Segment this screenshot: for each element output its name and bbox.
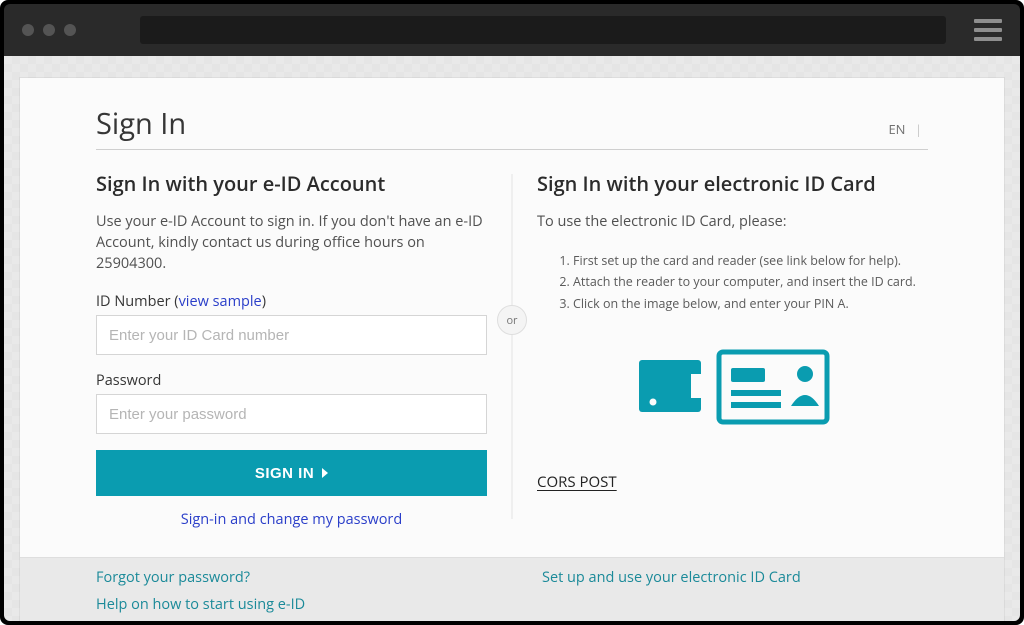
window-minimize-icon[interactable] xyxy=(43,24,55,36)
eid-card-steps: First set up the card and reader (see li… xyxy=(537,250,928,314)
language-current: EN xyxy=(888,120,905,138)
eid-account-heading: Sign In with your e-ID Account xyxy=(96,170,487,197)
or-badge: or xyxy=(497,305,527,335)
view-sample-link[interactable]: view sample xyxy=(179,292,262,311)
window-maximize-icon[interactable] xyxy=(64,24,76,36)
id-label-prefix: ID Number ( xyxy=(96,292,179,311)
eid-account-panel: Sign In with your e-ID Account Use your … xyxy=(96,170,487,529)
window-controls xyxy=(22,24,76,36)
eid-card-heading: Sign In with your electronic ID Card xyxy=(537,170,928,197)
address-bar[interactable] xyxy=(140,16,946,44)
eid-account-lead: Use your e-ID Account to sign in. If you… xyxy=(96,211,487,274)
footer-right: Set up and use your electronic ID Card xyxy=(542,568,928,621)
language-separator: | xyxy=(915,120,922,138)
signin-button-label: SIGN IN xyxy=(255,465,314,482)
id-number-input[interactable] xyxy=(96,315,487,355)
card-reader-icon xyxy=(633,344,833,436)
signin-button[interactable]: SIGN IN xyxy=(96,450,487,496)
hamburger-menu-icon[interactable] xyxy=(974,19,1002,41)
page-viewport: Sign In EN | or Sign In with your e-ID A… xyxy=(4,56,1020,621)
cors-post-link[interactable]: CORS POST xyxy=(537,472,617,492)
eid-card-panel: Sign In with your electronic ID Card To … xyxy=(537,170,928,529)
help-start-eid-link[interactable]: Help on how to start using e-ID xyxy=(96,595,482,614)
browser-frame: Sign In EN | or Sign In with your e-ID A… xyxy=(0,0,1024,625)
password-input[interactable] xyxy=(96,394,487,434)
signin-columns: or Sign In with your e-ID Account Use yo… xyxy=(96,170,928,529)
forgot-password-link[interactable]: Forgot your password? xyxy=(96,568,482,587)
card-footer: Forgot your password? Help on how to sta… xyxy=(20,557,1004,621)
eid-step: Click on the image below, and enter your… xyxy=(573,293,928,314)
eid-step: First set up the card and reader (see li… xyxy=(573,250,928,271)
change-password-link[interactable]: Sign-in and change my password xyxy=(96,510,487,529)
eid-card-lead: To use the electronic ID Card, please: xyxy=(537,211,928,232)
page-title: Sign In xyxy=(96,104,186,143)
browser-chrome xyxy=(4,4,1020,56)
footer-left: Forgot your password? Help on how to sta… xyxy=(96,568,482,621)
card-reader-image[interactable] xyxy=(623,340,843,440)
language-switcher[interactable]: EN | xyxy=(888,120,928,138)
password-label: Password xyxy=(96,371,487,390)
play-triangle-icon xyxy=(322,468,328,478)
column-divider xyxy=(512,174,513,519)
eid-step: Attach the reader to your computer, and … xyxy=(573,271,928,292)
signin-card: Sign In EN | or Sign In with your e-ID A… xyxy=(20,78,1004,621)
id-number-label: ID Number (view sample) xyxy=(96,292,487,311)
title-row: Sign In EN | xyxy=(96,104,928,150)
window-close-icon[interactable] xyxy=(22,24,34,36)
id-label-suffix: ) xyxy=(262,292,266,311)
setup-eid-card-link[interactable]: Set up and use your electronic ID Card xyxy=(542,568,928,587)
